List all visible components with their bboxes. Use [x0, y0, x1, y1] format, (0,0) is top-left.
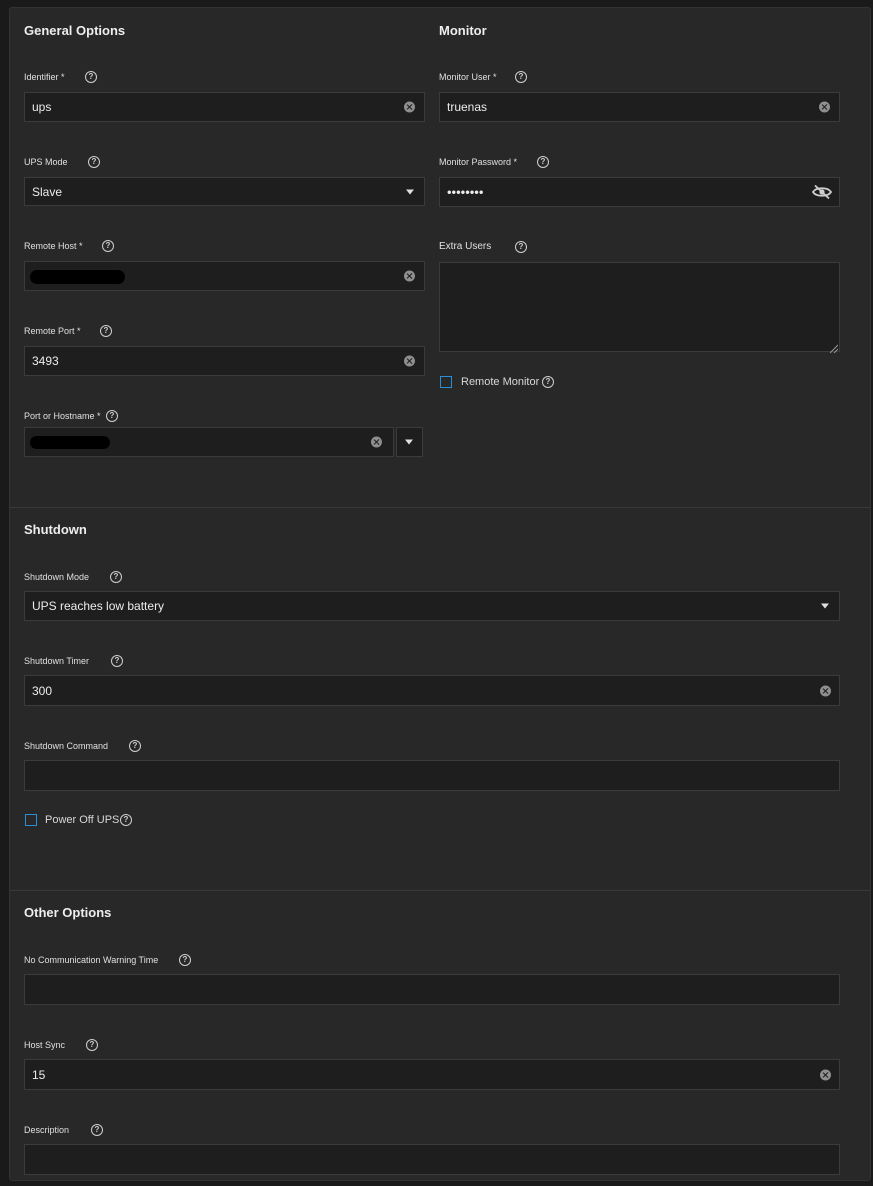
clear-icon[interactable] [819, 101, 830, 113]
monitor-password-label: Monitor Password * [439, 157, 518, 167]
remote-monitor-checkbox[interactable] [440, 376, 452, 388]
extra-users-textarea[interactable] [439, 262, 840, 354]
shutdown-timer-label: Shutdown Timer [24, 656, 90, 666]
description-input[interactable] [24, 1144, 840, 1175]
description-help-icon[interactable]: ? [91, 1124, 103, 1136]
identifier-input[interactable]: ups [24, 92, 425, 122]
shutdown-mode-value: UPS reaches low battery [32, 599, 165, 613]
no-communication-help-icon[interactable]: ? [179, 954, 191, 966]
chevron-down-icon [406, 189, 414, 194]
clear-icon[interactable] [371, 436, 382, 448]
shutdown-mode-label: Shutdown Mode [24, 572, 90, 582]
identifier-value: ups [32, 100, 52, 114]
monitor-user-value: truenas [447, 100, 488, 114]
monitor-password-value: •••••••• [447, 184, 484, 200]
port-hostname-label: Port or Hostname * [24, 411, 101, 421]
shutdown-mode-select[interactable]: UPS reaches low battery [24, 591, 840, 621]
chevron-down-icon [821, 603, 829, 609]
shutdown-timer-help-icon[interactable]: ? [111, 655, 123, 667]
remote-port-help-icon[interactable]: ? [100, 325, 112, 337]
no-communication-input[interactable] [24, 974, 840, 1005]
shutdown-command-help-icon[interactable]: ? [129, 740, 141, 752]
ups-mode-label: UPS Mode [24, 157, 68, 167]
port-hostname-dropdown-button[interactable] [396, 427, 423, 457]
remote-port-label: Remote Port * [24, 326, 81, 336]
resize-handle-icon[interactable] [828, 340, 839, 354]
redacted-value [30, 270, 125, 284]
section-divider [10, 507, 870, 508]
chevron-down-icon [405, 439, 413, 445]
ups-mode-value: Slave [32, 184, 63, 199]
no-communication-label: No Communication Warning Time [24, 955, 159, 965]
remote-port-input[interactable]: 3493 [24, 346, 425, 376]
shutdown-command-label: Shutdown Command [24, 741, 109, 751]
remote-monitor-help-icon[interactable]: ? [542, 376, 554, 388]
port-hostname-input[interactable] [24, 427, 394, 457]
general-options-title: General Options [24, 23, 126, 38]
shutdown-timer-input[interactable]: 300 [24, 675, 840, 706]
other-options-title: Other Options [24, 905, 112, 920]
remote-monitor-label: Remote Monitor [461, 376, 540, 388]
power-off-ups-label: Power Off UPS [45, 814, 120, 826]
shutdown-mode-help-icon[interactable]: ? [110, 571, 122, 583]
clear-icon[interactable] [404, 101, 415, 113]
port-hostname-help-icon[interactable]: ? [106, 410, 118, 422]
clear-icon[interactable] [404, 355, 415, 367]
host-sync-input[interactable]: 15 [24, 1059, 840, 1090]
host-sync-help-icon[interactable]: ? [86, 1039, 98, 1051]
monitor-password-help-icon[interactable]: ? [537, 156, 549, 168]
monitor-user-input[interactable]: truenas [439, 92, 840, 122]
shutdown-command-input[interactable] [24, 760, 840, 791]
extra-users-label: Extra Users [439, 241, 492, 252]
shutdown-title: Shutdown [24, 522, 87, 537]
clear-icon[interactable] [820, 685, 831, 696]
ups-mode-select[interactable]: Slave [24, 177, 425, 206]
shutdown-timer-value: 300 [32, 683, 53, 698]
identifier-label: Identifier * [24, 72, 65, 82]
ups-mode-help-icon[interactable]: ? [88, 156, 100, 168]
ups-settings-card: General Options Identifier * ? ups UPS M… [9, 7, 871, 1181]
section-divider [10, 890, 870, 891]
identifier-help-icon[interactable]: ? [85, 71, 97, 83]
redacted-value [30, 436, 110, 449]
remote-port-value: 3493 [32, 354, 59, 368]
monitor-password-input[interactable]: •••••••• [439, 177, 840, 207]
description-label: Description [24, 1125, 70, 1135]
remote-host-help-icon[interactable]: ? [102, 240, 114, 252]
extra-users-help-icon[interactable]: ? [515, 241, 527, 253]
monitor-title: Monitor [439, 23, 487, 38]
host-sync-label: Host Sync [24, 1040, 66, 1050]
remote-host-input[interactable] [24, 261, 425, 291]
power-off-ups-checkbox[interactable] [25, 814, 37, 826]
eye-off-icon[interactable] [811, 184, 833, 200]
monitor-user-label: Monitor User * [439, 72, 497, 82]
remote-host-label: Remote Host * [24, 241, 83, 251]
power-off-ups-help-icon[interactable]: ? [120, 814, 132, 826]
host-sync-value: 15 [32, 1067, 46, 1082]
clear-icon[interactable] [820, 1069, 831, 1080]
clear-icon[interactable] [404, 270, 415, 282]
monitor-user-help-icon[interactable]: ? [515, 71, 527, 83]
